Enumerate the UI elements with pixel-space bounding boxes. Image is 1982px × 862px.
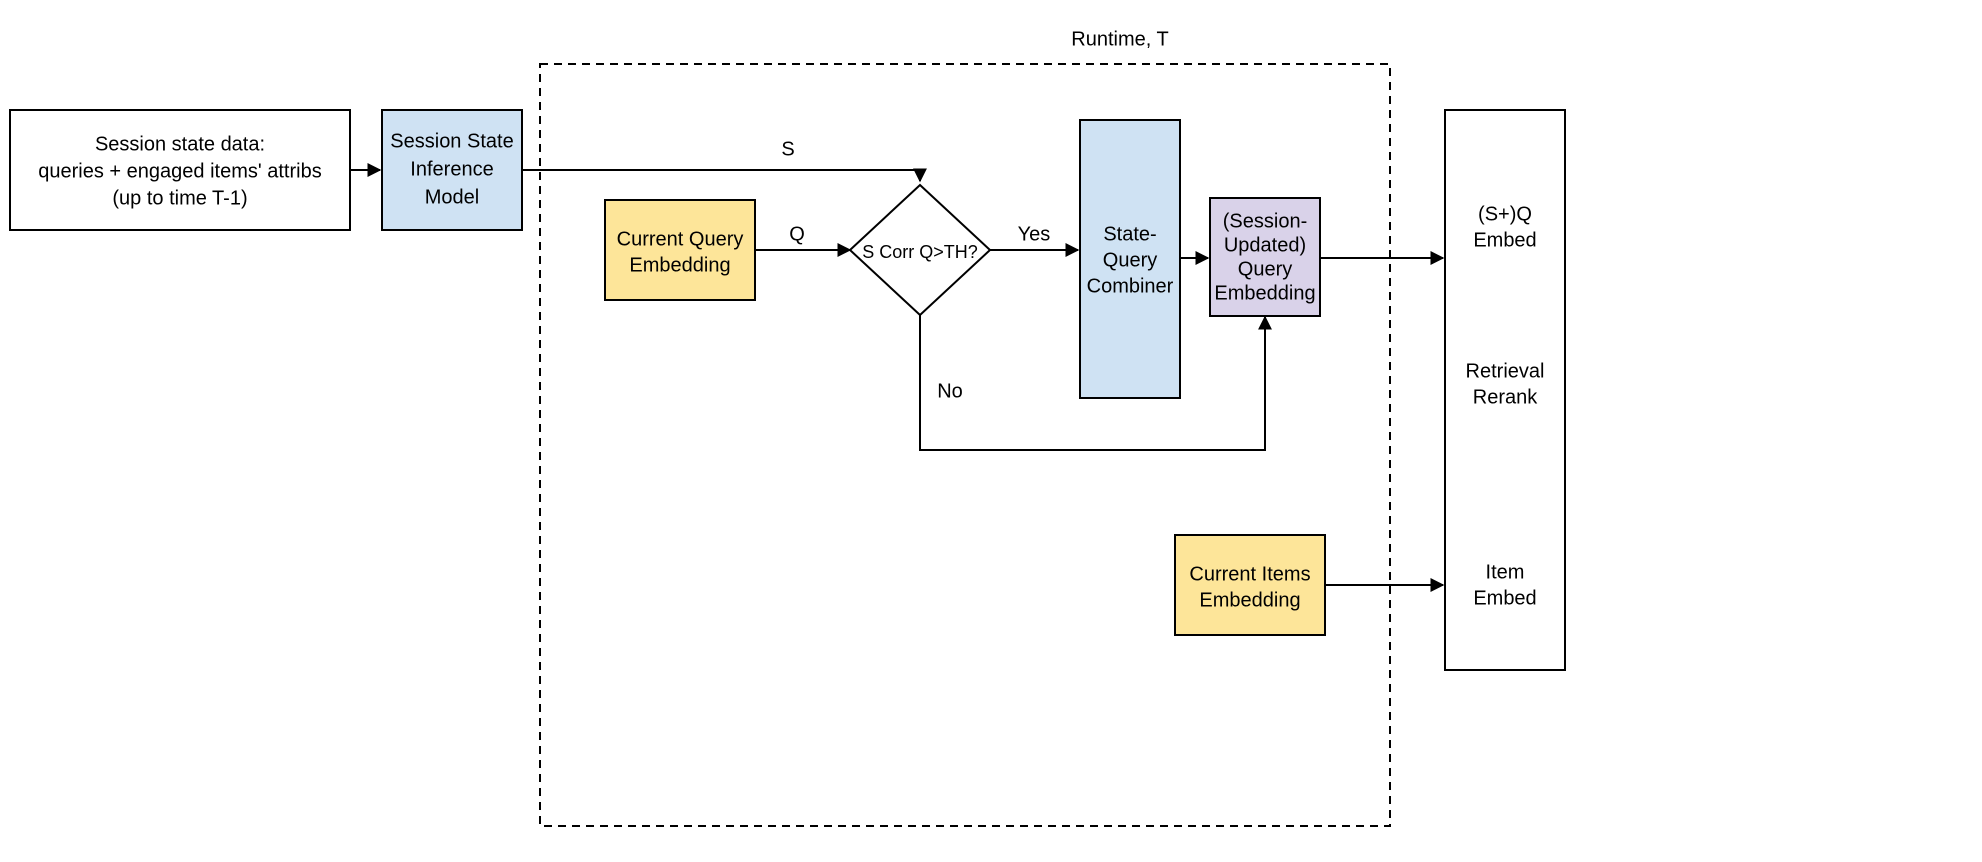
session-data-line1: Session state data: — [95, 133, 265, 155]
item-line1: Item — [1486, 561, 1525, 583]
label-q: Q — [789, 223, 805, 245]
updated-line1: (Session- — [1223, 210, 1307, 232]
decision-diamond: S Corr Q>TH? — [850, 185, 990, 315]
runtime-container — [540, 64, 1390, 826]
mid-line2: Rerank — [1473, 386, 1538, 408]
session-data-box: Session state data: queries + engaged it… — [10, 110, 350, 230]
edge-s — [522, 170, 920, 181]
label-no: No — [937, 380, 963, 402]
items-line2: Embedding — [1199, 589, 1300, 611]
updated-line4: Embedding — [1214, 282, 1315, 304]
session-data-line2: queries + engaged items' attribs — [38, 160, 321, 182]
runtime-title: Runtime, T — [1071, 28, 1168, 50]
combiner-box: State- Query Combiner — [1080, 120, 1180, 398]
current-query-line1: Current Query — [617, 228, 744, 250]
inference-line2: Inference — [410, 158, 493, 180]
inference-model-box: Session State Inference Model — [382, 110, 522, 230]
updated-line3: Query — [1238, 258, 1292, 280]
combiner-line1: State- — [1103, 223, 1156, 245]
current-items-box: Current Items Embedding — [1175, 535, 1325, 635]
label-yes: Yes — [1018, 223, 1051, 245]
item-line2: Embed — [1473, 587, 1536, 609]
updated-query-box: (Session- Updated) Query Embedding — [1210, 198, 1320, 316]
combiner-line3: Combiner — [1087, 275, 1174, 297]
inference-line3: Model — [425, 186, 479, 208]
decision-text: S Corr Q>TH? — [862, 242, 978, 262]
current-query-line2: Embedding — [629, 254, 730, 276]
items-line1: Current Items — [1189, 563, 1310, 585]
output-box: (S+)Q Embed Retrieval Rerank Item Embed — [1445, 110, 1565, 670]
sq-line1: (S+)Q — [1478, 203, 1532, 225]
inference-line1: Session State — [390, 130, 513, 152]
current-query-box: Current Query Embedding — [605, 200, 755, 300]
sq-line2: Embed — [1473, 229, 1536, 251]
combiner-line2: Query — [1103, 249, 1157, 271]
session-data-line3: (up to time T-1) — [112, 187, 247, 209]
updated-line2: Updated) — [1224, 234, 1306, 256]
mid-line1: Retrieval — [1466, 360, 1545, 382]
label-s: S — [781, 138, 794, 160]
